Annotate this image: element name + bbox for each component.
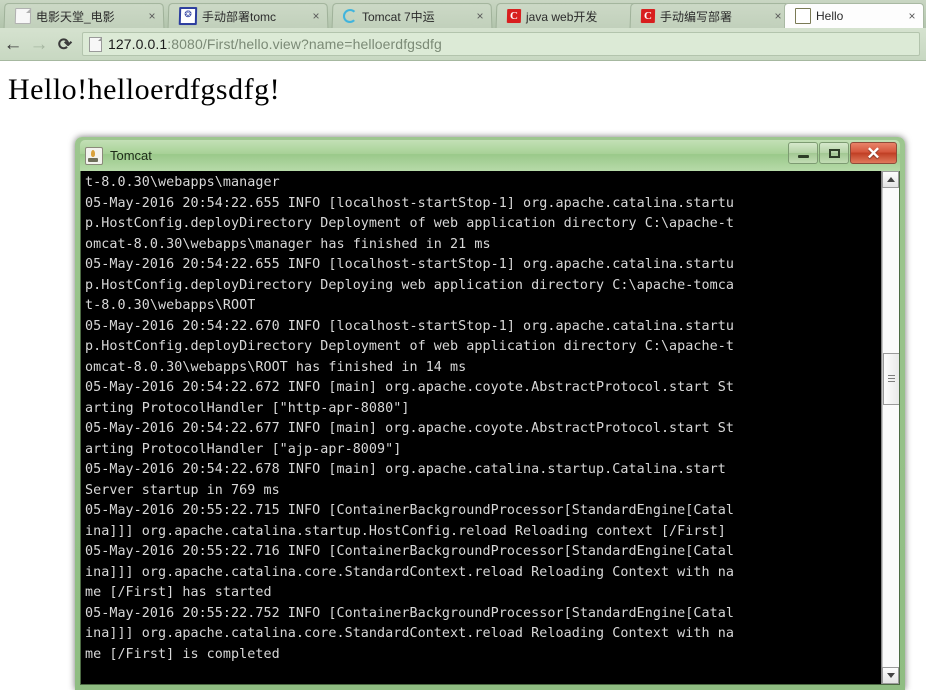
address-bar-host: 127.0.0.1	[108, 36, 167, 52]
tomcat-console-window[interactable]: Tomcat ✕ t-8.0.30\webapps\manager 05-May…	[75, 137, 905, 690]
browser-tab-0[interactable]: 电影天堂_电影 ×	[4, 3, 165, 28]
tab-title: java web开发	[526, 8, 634, 25]
scrollbar-grip-icon	[888, 375, 895, 383]
browser-toolbar: ← → ⟳ 127.0.0.1:8080/First/hello.view?na…	[0, 28, 926, 61]
browser-tab-2[interactable]: Tomcat 7中运 ×	[332, 3, 493, 28]
tab-title: 手动编写部署	[660, 8, 768, 25]
scrollbar-thumb[interactable]	[883, 353, 900, 405]
csdn-c-icon: C	[641, 9, 655, 23]
scroll-up-arrow[interactable]	[882, 171, 899, 188]
csdn-c-icon: C	[507, 9, 521, 23]
window-controls: ✕	[787, 142, 897, 164]
tab-title: Hello	[816, 9, 902, 23]
console-output: t-8.0.30\webapps\manager 05-May-2016 20:…	[81, 171, 881, 684]
chevron-down-icon	[887, 673, 895, 678]
browser-tab-5[interactable]: Hello ×	[784, 3, 924, 28]
tomcat-window-title: Tomcat	[110, 148, 152, 163]
document-icon	[15, 8, 31, 24]
close-icon: ✕	[866, 145, 880, 162]
tab-close-icon[interactable]: ×	[145, 10, 159, 22]
forward-button[interactable]: →	[26, 35, 52, 54]
page-info-icon[interactable]	[89, 37, 102, 52]
tab-close-icon[interactable]: ×	[905, 10, 919, 22]
address-bar-path: :8080/First/hello.view?name=helloerdfgsd…	[167, 36, 442, 52]
tab-close-icon[interactable]: ×	[473, 10, 487, 22]
scroll-down-arrow[interactable]	[882, 667, 899, 684]
tomcat-icon	[795, 8, 811, 24]
browser-tab-1[interactable]: ❂ 手动部署tomc ×	[168, 3, 329, 28]
tomcat-console-body: t-8.0.30\webapps\manager 05-May-2016 20:…	[80, 171, 900, 685]
minimize-button[interactable]	[788, 142, 818, 164]
address-bar-text: 127.0.0.1:8080/First/hello.view?name=hel…	[108, 36, 442, 52]
scrollbar-track[interactable]	[882, 188, 899, 667]
minimize-icon	[798, 155, 809, 158]
tab-title: Tomcat 7中运	[362, 8, 470, 25]
page-title: Hello!helloerdfgsdfg!	[8, 73, 280, 107]
tomcat-icon	[85, 147, 103, 165]
maximize-icon	[829, 149, 840, 158]
close-button[interactable]: ✕	[850, 142, 897, 164]
back-button[interactable]: ←	[0, 35, 26, 54]
tab-title: 电影天堂_电影	[36, 8, 142, 25]
maximize-button[interactable]	[819, 142, 849, 164]
address-bar[interactable]: 127.0.0.1:8080/First/hello.view?name=hel…	[82, 32, 920, 56]
tab-title: 手动部署tomc	[202, 8, 306, 25]
console-scrollbar[interactable]	[881, 171, 899, 684]
tab-close-icon[interactable]: ×	[309, 10, 323, 22]
blue-paw-icon: ❂	[179, 7, 197, 25]
tab-strip: 电影天堂_电影 × ❂ 手动部署tomc × Tomcat 7中运 × C ja…	[0, 0, 926, 28]
spinner-icon	[343, 9, 357, 23]
reload-button[interactable]: ⟳	[52, 35, 78, 54]
chevron-up-icon	[887, 177, 895, 182]
tomcat-window-titlebar[interactable]: Tomcat ✕	[80, 140, 900, 171]
browser-tab-4[interactable]: C 手动编写部署 ×	[630, 3, 791, 28]
